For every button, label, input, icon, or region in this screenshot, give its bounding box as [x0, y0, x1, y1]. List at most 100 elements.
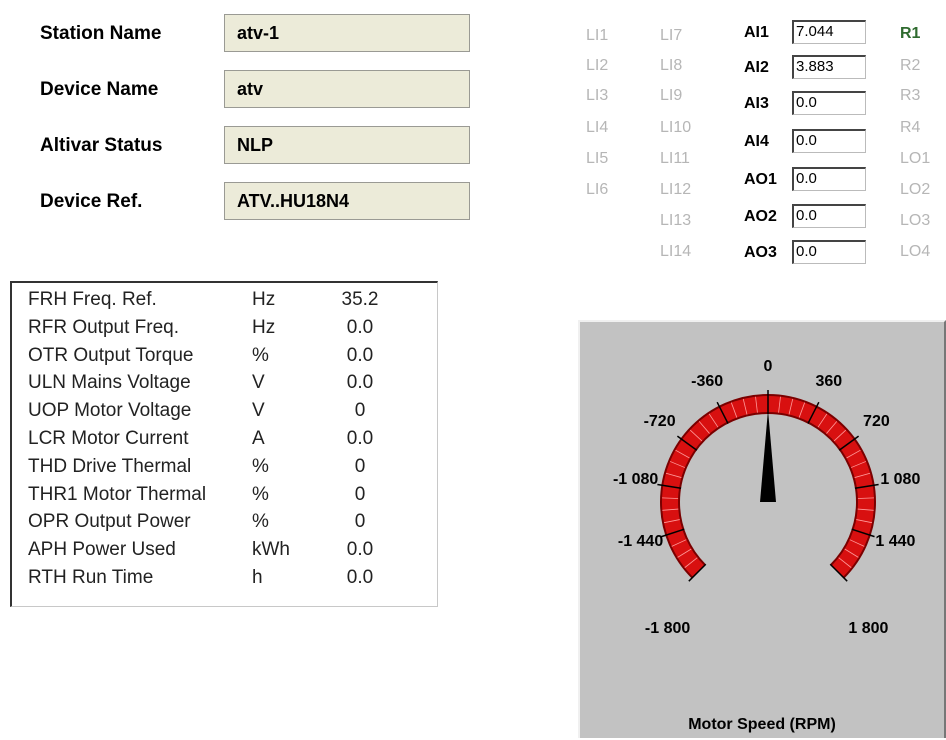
output-lo4: LO4	[900, 243, 931, 260]
logic-input-li9: LI9	[660, 87, 683, 104]
parameter-row: APH Power Used kWh 0.0	[12, 539, 432, 567]
parameter-value: 0.0	[346, 539, 374, 561]
parameter-name: OTR Output Torque	[28, 344, 194, 366]
gauge-tick-label: -1 080	[612, 471, 659, 489]
logic-input-li3: LI3	[586, 87, 609, 104]
device-name-label: Device Name	[40, 79, 159, 100]
logic-input-li7: LI7	[660, 27, 683, 44]
analog-value-ao3[interactable]: 0.0	[792, 240, 866, 264]
parameter-unit: kWh	[252, 539, 290, 561]
parameter-name: RFR Output Freq.	[28, 316, 179, 338]
device-ref-label: Device Ref.	[40, 191, 143, 212]
parameter-name: THD Drive Thermal	[28, 455, 192, 477]
parameter-value: 0	[354, 511, 366, 533]
parameter-name: FRH Freq. Ref.	[28, 289, 157, 310]
analog-value-ai2[interactable]: 3.883	[792, 55, 866, 79]
analog-label-ao1: AO1	[744, 171, 777, 188]
gauge-tick-label: -360	[691, 372, 724, 390]
motor-speed-gauge	[657, 390, 879, 582]
parameter-row: THD Drive Thermal% 0	[12, 456, 432, 484]
parameter-row: LCR Motor Current A 0.0	[12, 428, 432, 456]
parameter-value: 35.2	[341, 289, 379, 310]
parameter-name: THR1 Motor Thermal	[28, 483, 207, 505]
motor-speed-gauge-panel: -1 800 -1 440 -1 080 -720 -360 0 360 720 1 080 1 …	[578, 320, 946, 738]
logic-input-li5: LI5	[586, 150, 609, 167]
parameter-row: ULN Mains Voltage V 0.0	[12, 372, 432, 400]
analog-label-ai4: AI4	[744, 133, 769, 150]
analog-value-ao2[interactable]: 0.0	[792, 204, 866, 228]
parameter-value: 0.0	[346, 344, 374, 366]
logic-input-li11: LI11	[660, 150, 690, 167]
parameter-name: LCR Motor Current	[28, 428, 189, 449]
analog-value-ai1[interactable]: 7.044	[792, 20, 866, 44]
gauge-title: Motor Speed (RPM)	[688, 716, 836, 733]
parameter-unit: %	[252, 511, 269, 533]
logic-input-li13: LI13	[660, 212, 692, 229]
gauge-needle	[760, 410, 776, 502]
parameter-unit: A	[252, 428, 265, 449]
output-r4: R4	[900, 119, 921, 136]
parameter-row: RTH Run Time h 0.0	[12, 567, 432, 595]
parameter-unit: V	[252, 400, 265, 422]
altivar-status-label: Altivar Status	[40, 135, 163, 156]
gauge-tick-label: 1 440	[875, 533, 916, 551]
parameter-value: 0.0	[346, 428, 374, 449]
gauge-tick-label: 360	[815, 372, 843, 390]
station-name-label: Station Name	[40, 23, 162, 44]
parameter-row: UOP Motor Voltage V 0	[12, 400, 432, 428]
analog-label-ao2: AO2	[744, 208, 777, 225]
parameter-value: 0	[354, 455, 366, 477]
gauge-tick-label: -720	[643, 413, 676, 431]
analog-label-ao3: AO3	[744, 244, 777, 261]
logic-input-li14: LI14	[660, 243, 692, 260]
parameter-unit: Hz	[252, 316, 276, 338]
parameter-value: 0.0	[346, 567, 374, 588]
parameter-row: OTR Output Torque% 0.0	[12, 345, 432, 373]
analog-label-ai2: AI2	[744, 59, 769, 76]
parameter-unit: Hz	[252, 289, 276, 310]
parameter-row: OPR Output Power% 0	[12, 511, 432, 539]
parameter-unit: %	[252, 344, 269, 366]
altivar-status-field[interactable]: NLP	[224, 126, 470, 164]
gauge-tick-label: -1 800	[644, 620, 691, 638]
parameter-unit: %	[252, 483, 269, 505]
parameters-table: FRH Freq. Ref. Hz 35.2 RFR Output Freq. Hz 0.…	[10, 281, 438, 607]
output-lo2: LO2	[900, 181, 931, 198]
parameter-name: ULN Mains Voltage	[28, 372, 191, 394]
parameter-name: OPR Output Power	[28, 511, 191, 533]
parameter-unit: V	[252, 372, 265, 394]
output-r1: R1	[900, 25, 921, 42]
parameter-value: 0.0	[346, 372, 374, 394]
output-lo3: LO3	[900, 212, 931, 229]
gauge-tick-label: 1 800	[848, 620, 889, 638]
output-lo1: LO1	[900, 150, 931, 167]
gauge-tick-label: -1 440	[617, 533, 664, 551]
device-name-field[interactable]: atv	[224, 70, 470, 108]
output-r3: R3	[900, 87, 921, 104]
logic-input-li12: LI12	[660, 181, 692, 198]
logic-input-li6: LI6	[586, 181, 609, 198]
gauge-tick-label: 0	[763, 358, 773, 375]
logic-input-li8: LI8	[660, 57, 683, 74]
parameter-name: UOP Motor Voltage	[28, 400, 192, 422]
analog-value-ai4[interactable]: 0.0	[792, 129, 866, 153]
gauge-tick-label: 1 080	[880, 471, 921, 489]
output-r2: R2	[900, 57, 921, 74]
station-name-field[interactable]: atv-1	[224, 14, 470, 52]
device-ref-field[interactable]: ATV..HU18N4	[224, 182, 470, 220]
analog-label-ai3: AI3	[744, 95, 769, 112]
parameter-unit: %	[252, 455, 269, 477]
parameter-row: FRH Freq. Ref. Hz 35.2	[12, 289, 432, 317]
analog-value-ai3[interactable]: 0.0	[792, 91, 866, 115]
analog-value-ao1[interactable]: 0.0	[792, 167, 866, 191]
parameter-unit: h	[252, 567, 263, 588]
parameter-value: 0	[354, 483, 366, 505]
parameter-row: THR1 Motor Thermal% 0	[12, 484, 432, 512]
parameter-row: RFR Output Freq. Hz 0.0	[12, 317, 432, 345]
analog-label-ai1: AI1	[744, 24, 769, 41]
parameter-value: 0	[354, 400, 366, 422]
logic-input-li2: LI2	[586, 57, 609, 74]
parameter-name: APH Power Used	[28, 539, 176, 561]
parameter-value: 0.0	[346, 316, 374, 338]
logic-input-li10: LI10	[660, 119, 692, 136]
